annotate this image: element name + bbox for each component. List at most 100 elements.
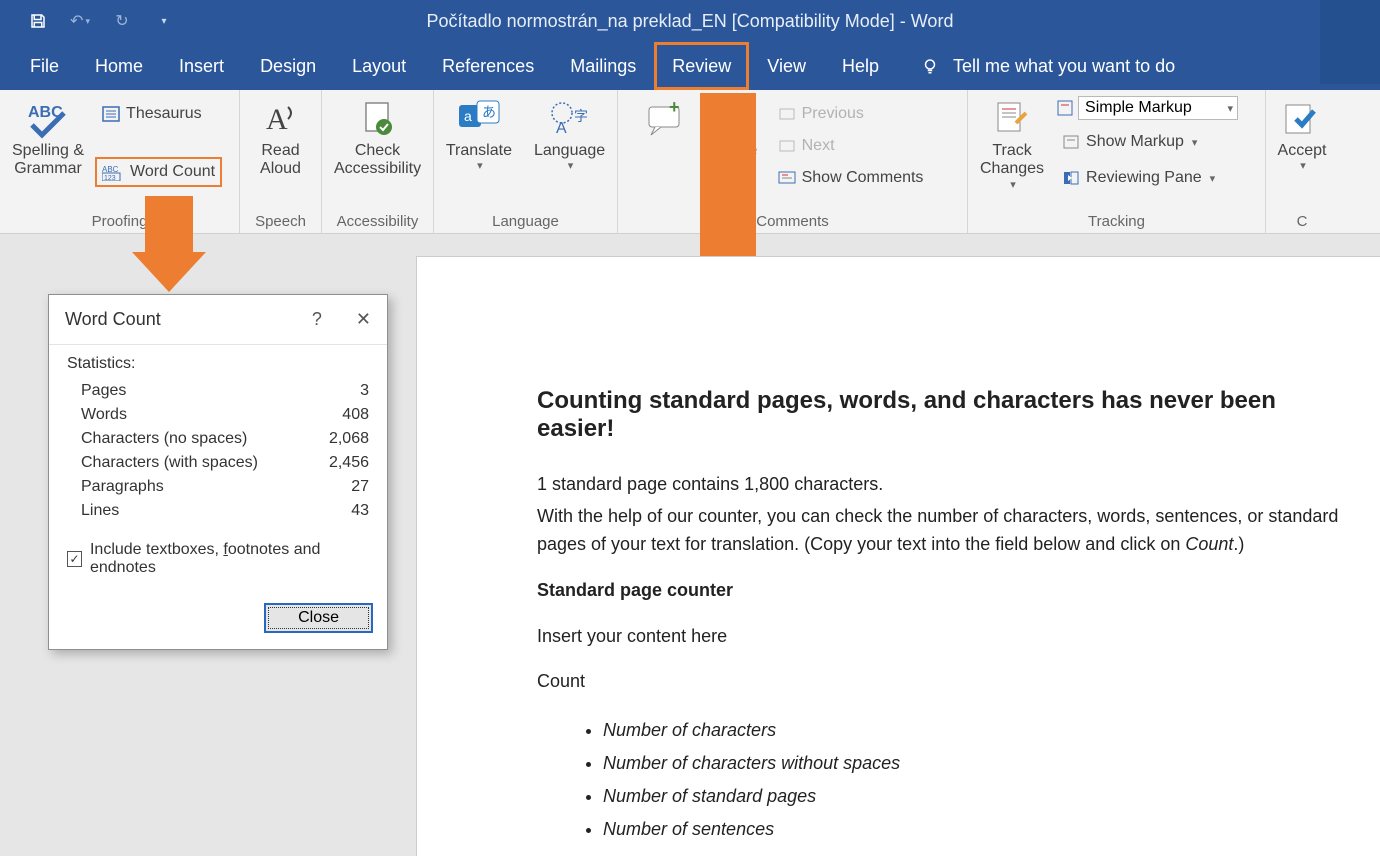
svg-text:A: A [556,120,567,137]
tab-insert[interactable]: Insert [161,42,242,90]
show-markup-icon [1062,134,1080,150]
markup-mode-select[interactable]: Simple Markup [1078,96,1238,120]
stats-label: Statistics: [67,355,369,373]
document-page: Counting standard pages, words, and char… [416,256,1380,856]
doc-heading: Counting standard pages, words, and char… [537,387,1350,443]
group-label-speech: Speech [246,211,315,233]
translate-button[interactable]: aあ Translate▾ [440,92,518,173]
include-checkbox-row[interactable]: ✓ Include textboxes, footnotes and endno… [67,541,369,577]
previous-icon [778,106,796,122]
help-icon[interactable]: ? [312,309,322,330]
svg-text:123: 123 [104,175,116,181]
stat-pages: Pages3 [67,379,369,403]
menubar: File Home Insert Design Layout Reference… [0,42,1380,90]
tab-references[interactable]: References [424,42,552,90]
doc-p3: Insert your content here [537,623,1350,651]
save-icon[interactable] [28,11,48,31]
group-label-language: Language [440,211,611,233]
group-tracking: Track Changes▾ Simple Markup Show Markup… [968,90,1266,233]
thesaurus-icon [102,105,120,123]
tell-me[interactable]: Tell me what you want to do [921,56,1175,77]
doc-list: Number of characters Number of character… [585,714,1350,846]
read-aloud-icon: A [262,96,298,142]
group-label-changes: C [1272,211,1332,233]
doc-li4: Number of sentences [603,813,1350,846]
stat-chars-spaces: Characters (with spaces)2,456 [67,451,369,475]
stat-paragraphs: Paragraphs27 [67,475,369,499]
read-aloud-button[interactable]: A Read Aloud [254,92,307,179]
dialog-title: Word Count [65,309,161,330]
close-button[interactable]: Close [264,603,373,633]
tab-view[interactable]: View [749,42,824,90]
window-title: Počítadlo normostrán_na preklad_EN [Comp… [427,11,954,32]
tab-help[interactable]: Help [824,42,897,90]
word-count-dialog: Word Count ? ✕ Statistics: Pages3 Words4… [48,294,388,650]
track-changes-icon [994,96,1030,142]
dialog-footer: Close [49,591,387,649]
new-comment-icon: + [645,96,685,142]
next-icon [778,138,796,154]
translate-icon: aあ [457,96,501,142]
previous-comment-button: Previous [772,100,930,128]
track-changes-button[interactable]: Track Changes▾ [974,92,1050,191]
dialog-body: Statistics: Pages3 Words408 Characters (… [49,345,387,591]
accessibility-icon [360,96,396,142]
user-avatar[interactable] [1320,0,1380,84]
undo-icon[interactable]: ↶▾ [70,11,90,31]
word-count-button[interactable]: ABC123 Word Count [96,158,221,186]
show-comments-button[interactable]: Show Comments [772,164,930,192]
show-markup-button[interactable]: Show Markup ▾ [1056,128,1238,156]
close-icon[interactable]: ✕ [356,309,371,330]
include-checkbox-label: Include textboxes, footnotes and endnote… [90,541,369,577]
word-count-icon: ABC123 [102,163,124,181]
markup-mode-icon [1056,99,1074,117]
svg-text:+: + [669,99,680,117]
accept-icon [1282,96,1322,142]
tell-me-label: Tell me what you want to do [953,56,1175,77]
group-language: aあ Translate▾ 字A Language▾ Language [434,90,618,233]
svg-text:A: A [266,103,288,136]
accept-button[interactable]: Accept▾ [1272,92,1333,173]
svg-text:字: 字 [574,108,588,124]
dialog-header: Word Count ? ✕ [49,295,387,345]
lightbulb-icon [921,57,939,75]
reviewing-pane-button[interactable]: Reviewing Pane ▾ [1056,164,1238,192]
spelling-icon: ABC [26,96,70,142]
redo-icon[interactable]: ↻ [112,11,132,31]
show-comments-icon [778,170,796,186]
group-comments: + New Comment Delete▾ Previous Next [618,90,968,233]
stat-words: Words408 [67,403,369,427]
group-label-accessibility: Accessibility [328,211,427,233]
group-label-tracking: Tracking [974,211,1259,233]
doc-p2: With the help of our counter, you can ch… [537,503,1350,559]
group-speech: A Read Aloud Speech [240,90,322,233]
tab-layout[interactable]: Layout [334,42,424,90]
spelling-grammar-button[interactable]: ABC Spelling & Grammar [6,92,90,179]
stat-lines: Lines43 [67,499,369,523]
language-button[interactable]: 字A Language▾ [528,92,611,173]
thesaurus-button[interactable]: Thesaurus [96,100,221,128]
doc-li2: Number of characters without spaces [603,747,1350,780]
tab-file[interactable]: File [0,42,77,90]
reviewing-pane-icon [1062,170,1080,186]
tab-home[interactable]: Home [77,42,161,90]
quick-access-toolbar: ↶▾ ↻ ▾ [0,11,174,31]
doc-p1: 1 standard page contains 1,800 character… [537,471,1350,499]
group-changes: Accept▾ C [1266,90,1338,233]
titlebar: ↶▾ ↻ ▾ Počítadlo normostrán_na preklad_E… [0,0,1380,42]
group-accessibility: Check Accessibility Accessibility [322,90,434,233]
next-comment-button: Next [772,132,930,160]
doc-p4: Count [537,668,1350,696]
stat-chars-nospaces: Characters (no spaces)2,068 [67,427,369,451]
language-icon: 字A [548,96,592,142]
tab-review[interactable]: Review [654,42,749,90]
checkbox-icon[interactable]: ✓ [67,551,82,567]
tab-mailings[interactable]: Mailings [552,42,654,90]
doc-li3: Number of standard pages [603,780,1350,813]
check-accessibility-button[interactable]: Check Accessibility [328,92,427,179]
tab-design[interactable]: Design [242,42,334,90]
svg-text:a: a [464,108,472,124]
group-label-comments: Comments [624,211,961,233]
qat-customize-icon[interactable]: ▾ [154,11,174,31]
callout-arrow-wordcount [132,196,206,292]
